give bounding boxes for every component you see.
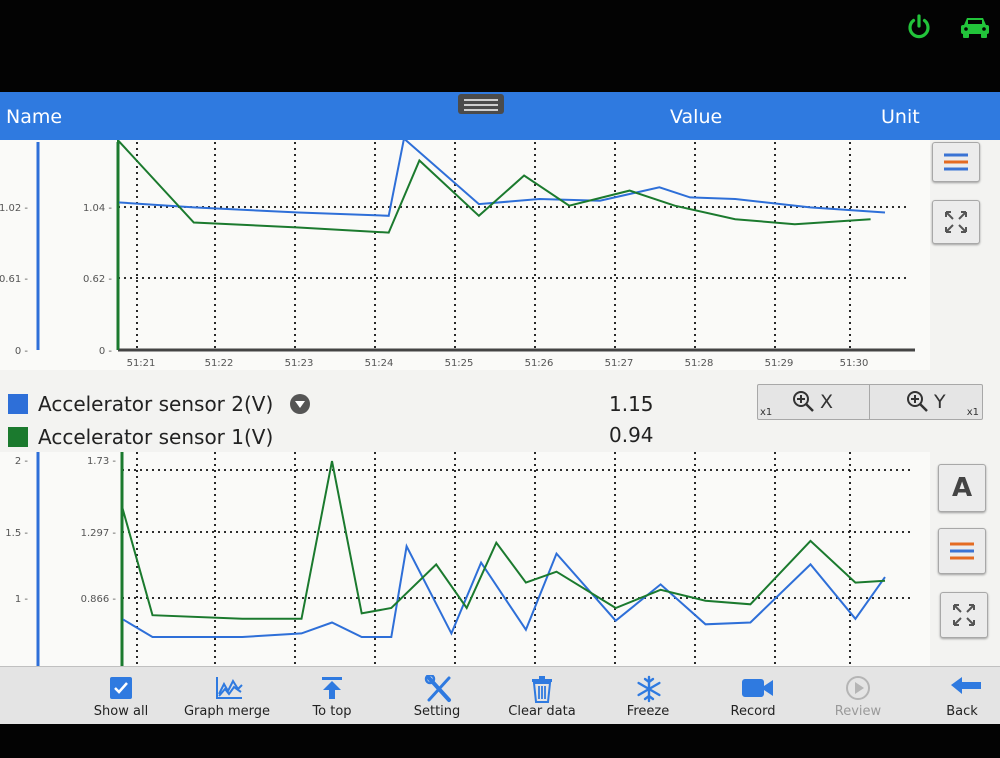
font-size-button[interactable]: A <box>938 464 986 512</box>
zoom-x-button[interactable]: x1 X <box>758 385 870 419</box>
lines-color-icon <box>944 153 968 171</box>
fullscreen-button-bottom[interactable] <box>940 592 988 638</box>
graph-merge-icon <box>216 677 243 699</box>
font-a-icon: A <box>951 473 973 503</box>
to-top-icon <box>322 677 342 699</box>
name-column-header: Name <box>6 106 63 128</box>
toolbar-label: Freeze <box>626 704 670 719</box>
checkbox-icon <box>110 677 132 699</box>
bottom-toolbar: Show all Graph merge To top Setting Clea… <box>0 666 1000 724</box>
legend-label: Accelerator sensor 2(V) <box>38 392 274 416</box>
y-tick-label-outer: 0.61 - <box>0 274 28 285</box>
back-arrow-icon <box>951 677 981 694</box>
y-tick-label-outer: 1.02 - <box>0 203 28 214</box>
graph-merge-button[interactable]: Graph merge <box>172 667 282 724</box>
x-tick-label: 51:28 <box>685 358 714 369</box>
y-tick-label-outer: 1.5 - <box>5 528 28 539</box>
x-tick-label: 51:25 <box>445 358 474 369</box>
toolbar-label: Show all <box>93 704 149 719</box>
zoom-in-icon <box>907 391 928 412</box>
x-tick-label: 51:29 <box>765 358 794 369</box>
x-tick-label: 51:30 <box>840 358 869 369</box>
toolbar-label: Record <box>730 704 776 719</box>
legend-item-accelerator-sensor-2[interactable]: Accelerator sensor 2(V) <box>8 392 311 416</box>
expand-icon <box>953 604 975 626</box>
y-tick-label-inner: 0.866 - <box>81 594 117 605</box>
x-tick-label: 51:26 <box>525 358 554 369</box>
merged-graph-bottom[interactable]: 2 - 1.5 - 1 - 1.73 - 1.297 - 0.866 - <box>0 452 930 666</box>
legend-label: Accelerator sensor 1(V) <box>38 425 274 449</box>
record-button[interactable]: Record <box>698 667 808 724</box>
trash-icon <box>532 676 552 703</box>
to-top-button[interactable]: To top <box>277 667 387 724</box>
zoom-y-button[interactable]: Y x1 <box>870 385 981 419</box>
column-header: Name Value Unit <box>0 92 1000 140</box>
y-tick-label-inner: 1.04 - <box>83 203 112 214</box>
x-tick-label: 51:27 <box>605 358 634 369</box>
car-icon[interactable] <box>958 12 992 42</box>
x-tick-label: 51:21 <box>127 358 156 369</box>
expand-icon <box>945 211 967 233</box>
x-tick-label: 51:24 <box>365 358 394 369</box>
y-tick-label-inner: 0 - <box>99 346 113 357</box>
series-color-swatch <box>8 427 28 447</box>
review-button[interactable]: Review <box>803 667 913 724</box>
video-camera-icon <box>742 679 773 697</box>
plot-background <box>0 140 930 370</box>
back-button[interactable]: Back <box>907 667 1000 724</box>
series-color-swatch <box>8 394 28 414</box>
zoom-x-label: X <box>820 391 834 413</box>
device-bezel <box>0 724 1000 758</box>
drag-handle[interactable] <box>458 94 504 114</box>
y-tick-label-outer: 2 - <box>15 456 29 467</box>
show-all-button[interactable]: Show all <box>66 667 176 724</box>
zoom-x-multiplier: x1 <box>760 407 773 418</box>
toolbar-label: To top <box>312 704 352 719</box>
color-settings-button-top[interactable] <box>932 142 980 182</box>
fullscreen-button-top[interactable] <box>932 200 980 244</box>
lines-color-icon <box>950 542 974 560</box>
value-column-header: Value <box>670 106 723 128</box>
unit-column-header: Unit <box>881 106 920 128</box>
toolbar-label: Back <box>946 704 978 719</box>
y-tick-label-inner: 1.73 - <box>87 456 116 467</box>
color-settings-button-bottom[interactable] <box>938 528 986 574</box>
legend-value: 0.94 <box>609 423 654 447</box>
zoom-in-icon <box>793 391 814 412</box>
toolbar-label: Review <box>834 704 882 719</box>
zoom-y-multiplier: x1 <box>966 407 979 418</box>
power-icon[interactable] <box>904 12 934 42</box>
snowflake-icon <box>637 675 661 703</box>
zoom-controls: x1 X Y x1 <box>757 384 983 420</box>
plot-background <box>0 452 930 666</box>
toolbar-label: Graph merge <box>183 704 271 719</box>
legend-item-accelerator-sensor-1[interactable]: Accelerator sensor 1(V) <box>8 425 273 449</box>
merged-graph-top[interactable]: 1.02 - 0.61 - 0 - 1.04 - 0.62 - 0 - 51:21 51:22… <box>0 140 930 370</box>
play-icon <box>846 676 870 700</box>
freeze-button[interactable]: Freeze <box>593 667 703 724</box>
dropdown-icon[interactable] <box>289 393 311 415</box>
x-tick-label: 51:23 <box>285 358 314 369</box>
data-stream-screen: Name Value Unit 1.02 - 0.61 - 0 - 1.04 - 0.6… <box>0 92 1000 724</box>
wrench-screwdriver-icon <box>424 675 451 702</box>
y-tick-label-inner: 1.297 - <box>81 528 117 539</box>
y-tick-label-inner: 0.62 - <box>83 274 112 285</box>
toolbar-label: Setting <box>413 704 461 719</box>
y-tick-label-outer: 0 - <box>15 346 29 357</box>
setting-button[interactable]: Setting <box>382 667 492 724</box>
legend-value: 1.15 <box>609 392 654 416</box>
zoom-y-label: Y <box>934 391 946 413</box>
y-tick-label-outer: 1 - <box>15 594 29 605</box>
status-bar <box>0 0 1000 92</box>
clear-data-button[interactable]: Clear data <box>487 667 597 724</box>
toolbar-label: Clear data <box>508 704 576 719</box>
x-tick-label: 51:22 <box>205 358 234 369</box>
